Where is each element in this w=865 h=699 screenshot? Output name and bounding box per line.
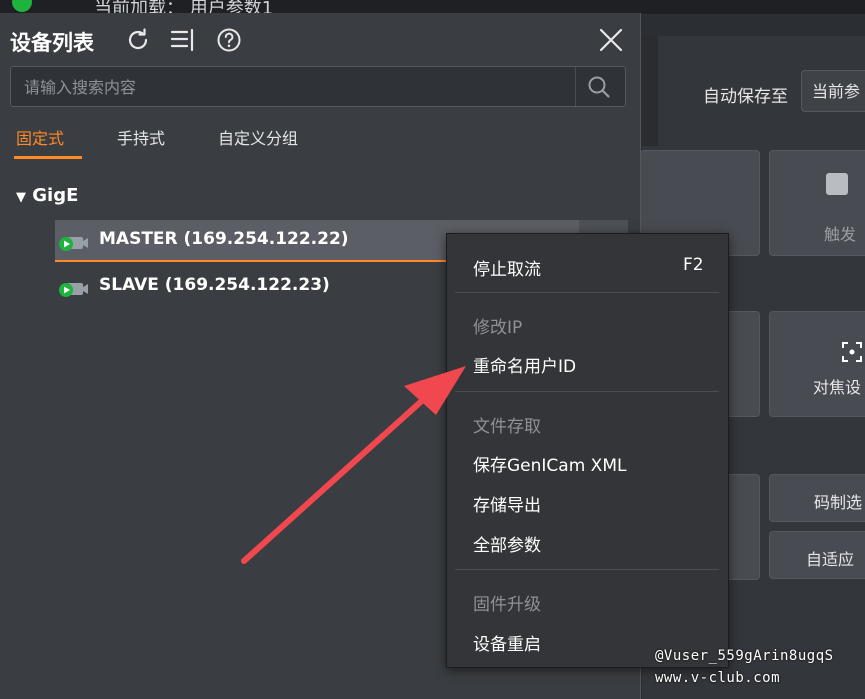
camera-device-icon [59, 237, 88, 251]
search-divider [575, 67, 576, 106]
tile-adaptive-label: 自适应 [806, 550, 855, 569]
trigger-icon [826, 173, 848, 195]
menu-separator [455, 292, 719, 293]
device-context-menu: 停止取流 F2 修改IP 重命名用户ID 文件存取 保存GenICam XML … [446, 233, 729, 668]
focus-icon [842, 342, 862, 362]
help-icon[interactable] [216, 27, 242, 53]
search-box [10, 66, 626, 108]
tab-custom-group[interactable]: 自定义分组 [218, 125, 298, 149]
menu-item-file-access: 文件存取 [473, 417, 541, 437]
status-led-icon [12, 0, 32, 12]
tile-barcode[interactable]: 码制选 [769, 474, 865, 522]
menu-item-modify-ip: 修改IP [473, 318, 523, 338]
refresh-icon[interactable] [125, 27, 151, 53]
watermark-user: @Vuser_559gArin8ugqS [655, 648, 834, 664]
device-label: MASTER (169.254.122.22) [99, 229, 349, 249]
menu-separator [455, 569, 719, 570]
device-label: SLAVE (169.254.122.23) [99, 275, 330, 295]
tab-fixed[interactable]: 固定式 [16, 125, 64, 149]
tile-focus-label: 对焦设 [813, 378, 862, 397]
search-icon[interactable] [587, 75, 611, 99]
tree-group-gige[interactable]: ▼ GigE [16, 185, 78, 206]
pane-strip [642, 36, 658, 146]
active-tab-indicator [14, 156, 82, 159]
menu-item-save-genicam-xml[interactable]: 保存GenICam XML [473, 451, 626, 476]
tile-adaptive[interactable]: 自适应 [769, 531, 865, 579]
camera-device-icon [59, 283, 88, 297]
autosave-select[interactable]: 当前参 [801, 70, 865, 112]
menu-item-firmware-upgrade: 固件升级 [473, 595, 541, 615]
menu-item-storage-export[interactable]: 存储导出 [473, 491, 541, 516]
close-icon[interactable] [598, 27, 624, 53]
tile-barcode-label: 码制选 [814, 493, 863, 512]
tile-trigger[interactable]: 触发 [769, 150, 865, 256]
tile-focus[interactable]: 对焦设 [769, 311, 865, 417]
menu-item-rename-user-id[interactable]: 重命名用户ID [473, 352, 576, 377]
app-topbar: 当前加载： 用户参数1 [0, 0, 865, 19]
sort-list-icon[interactable] [170, 27, 196, 53]
menu-shortcut-f2: F2 [683, 255, 704, 275]
panel-title: 设备列表 [10, 31, 94, 55]
tile-trigger-label: 触发 [824, 225, 857, 244]
menu-separator [455, 391, 719, 392]
tab-handheld[interactable]: 手持式 [117, 125, 165, 149]
chevron-down-icon: ▼ [16, 190, 26, 205]
tree-group-label: GigE [32, 185, 79, 206]
search-input[interactable] [11, 67, 586, 108]
menu-item-stop-stream[interactable]: 停止取流 [473, 255, 541, 280]
menu-item-all-parameters[interactable]: 全部参数 [473, 531, 541, 556]
menu-item-device-reboot[interactable]: 设备重启 [473, 630, 541, 655]
autosave-label: 自动保存至 [703, 87, 788, 107]
watermark-site: www.v-club.com [655, 670, 781, 686]
